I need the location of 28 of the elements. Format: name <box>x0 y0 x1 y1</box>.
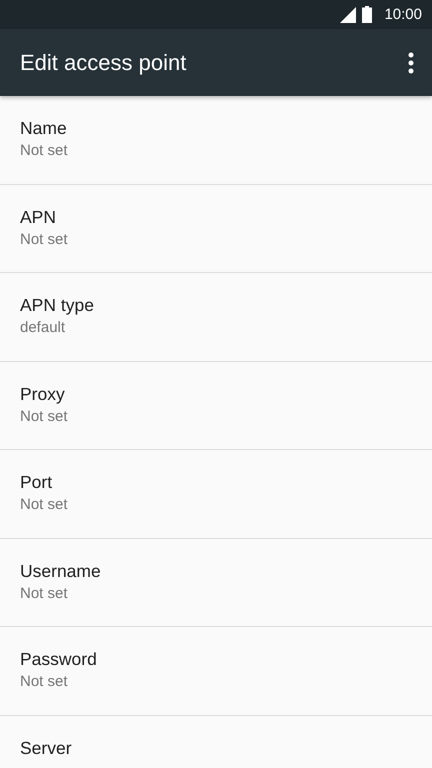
setting-title: APN type <box>20 295 95 316</box>
setting-row[interactable]: Username Not set <box>0 538 432 627</box>
signal-icon <box>340 6 356 22</box>
setting-value: Not set <box>20 673 69 690</box>
setting-value: default <box>20 319 66 336</box>
status-time: 10:00 <box>384 6 422 23</box>
setting-title: Username <box>20 560 102 582</box>
setting-value: Not set <box>20 408 69 424</box>
battery-icon <box>362 6 372 23</box>
setting-row[interactable]: Proxy Not set <box>0 362 432 450</box>
setting-row[interactable]: Name Not set <box>0 96 432 184</box>
more-options-icon[interactable] <box>408 52 414 74</box>
setting-title: Port <box>20 472 54 493</box>
setting-row[interactable]: Server <box>0 716 432 768</box>
setting-value: Not set <box>20 230 69 248</box>
setting-title: Password <box>20 649 98 670</box>
setting-row[interactable]: Port Not set <box>0 450 432 538</box>
setting-value: Not set <box>20 142 69 159</box>
setting-title: Server <box>20 738 73 758</box>
setting-row[interactable]: APN Not set <box>0 184 432 273</box>
setting-title: Name <box>20 118 68 139</box>
setting-title: Proxy <box>20 384 66 404</box>
setting-value: Not set <box>20 584 69 602</box>
screen-title: Edit access point <box>20 50 186 76</box>
setting-title: APN <box>20 206 57 228</box>
setting-row[interactable]: APN type default <box>0 273 432 362</box>
setting-row[interactable]: Password Not set <box>0 627 432 716</box>
setting-value: Not set <box>20 496 69 513</box>
